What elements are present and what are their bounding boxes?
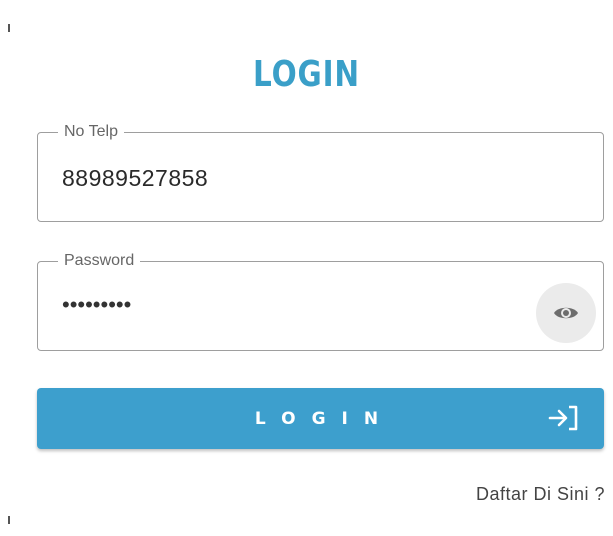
phone-field-label: No Telp [58, 122, 124, 142]
eye-icon [554, 307, 578, 319]
login-button-label: LOGIN [254, 408, 395, 429]
edge-mark [8, 516, 10, 524]
page-title: LOGIN [253, 54, 360, 95]
login-button[interactable]: LOGIN [37, 388, 604, 449]
phone-field-value[interactable]: 88989527858 [62, 165, 208, 192]
phone-field[interactable]: No Telp 88989527858 [37, 122, 604, 222]
login-screen: LOGIN No Telp 88989527858 Password •••••… [0, 0, 613, 536]
password-field-label: Password [58, 251, 141, 271]
toggle-password-visibility-button[interactable] [536, 283, 596, 343]
register-link[interactable]: Daftar Di Sini ? [476, 484, 605, 505]
edge-mark [8, 24, 10, 32]
login-icon [548, 405, 578, 431]
password-field-value[interactable]: ••••••••• [62, 292, 131, 318]
password-field[interactable]: Password ••••••••• [37, 251, 604, 351]
